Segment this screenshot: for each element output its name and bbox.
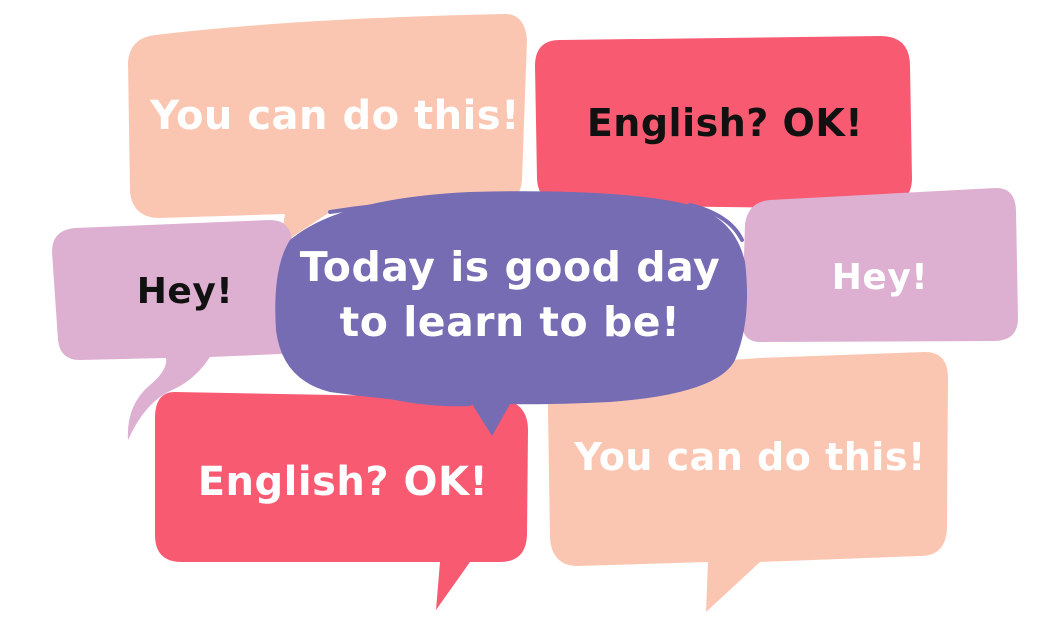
- bubble-text-line-2: to learn to be!: [340, 298, 681, 346]
- speech-bubbles-illustration: You can do this! English? OK! Hey! Hey! …: [52, 14, 1018, 612]
- bubble-text: English? OK!: [198, 459, 489, 505]
- speech-bubble-coral-bottom: English? OK!: [155, 392, 528, 610]
- bubble-text-line-1: Today is good day: [300, 243, 720, 291]
- bubble-text: English? OK!: [587, 101, 863, 145]
- bubble-text: You can do this!: [573, 435, 926, 479]
- speech-bubble-lilac-right: Hey!: [742, 187, 1018, 342]
- bubble-text: Hey!: [137, 271, 233, 312]
- bubble-text: You can do this!: [149, 93, 520, 139]
- bubble-text: Hey!: [832, 257, 928, 298]
